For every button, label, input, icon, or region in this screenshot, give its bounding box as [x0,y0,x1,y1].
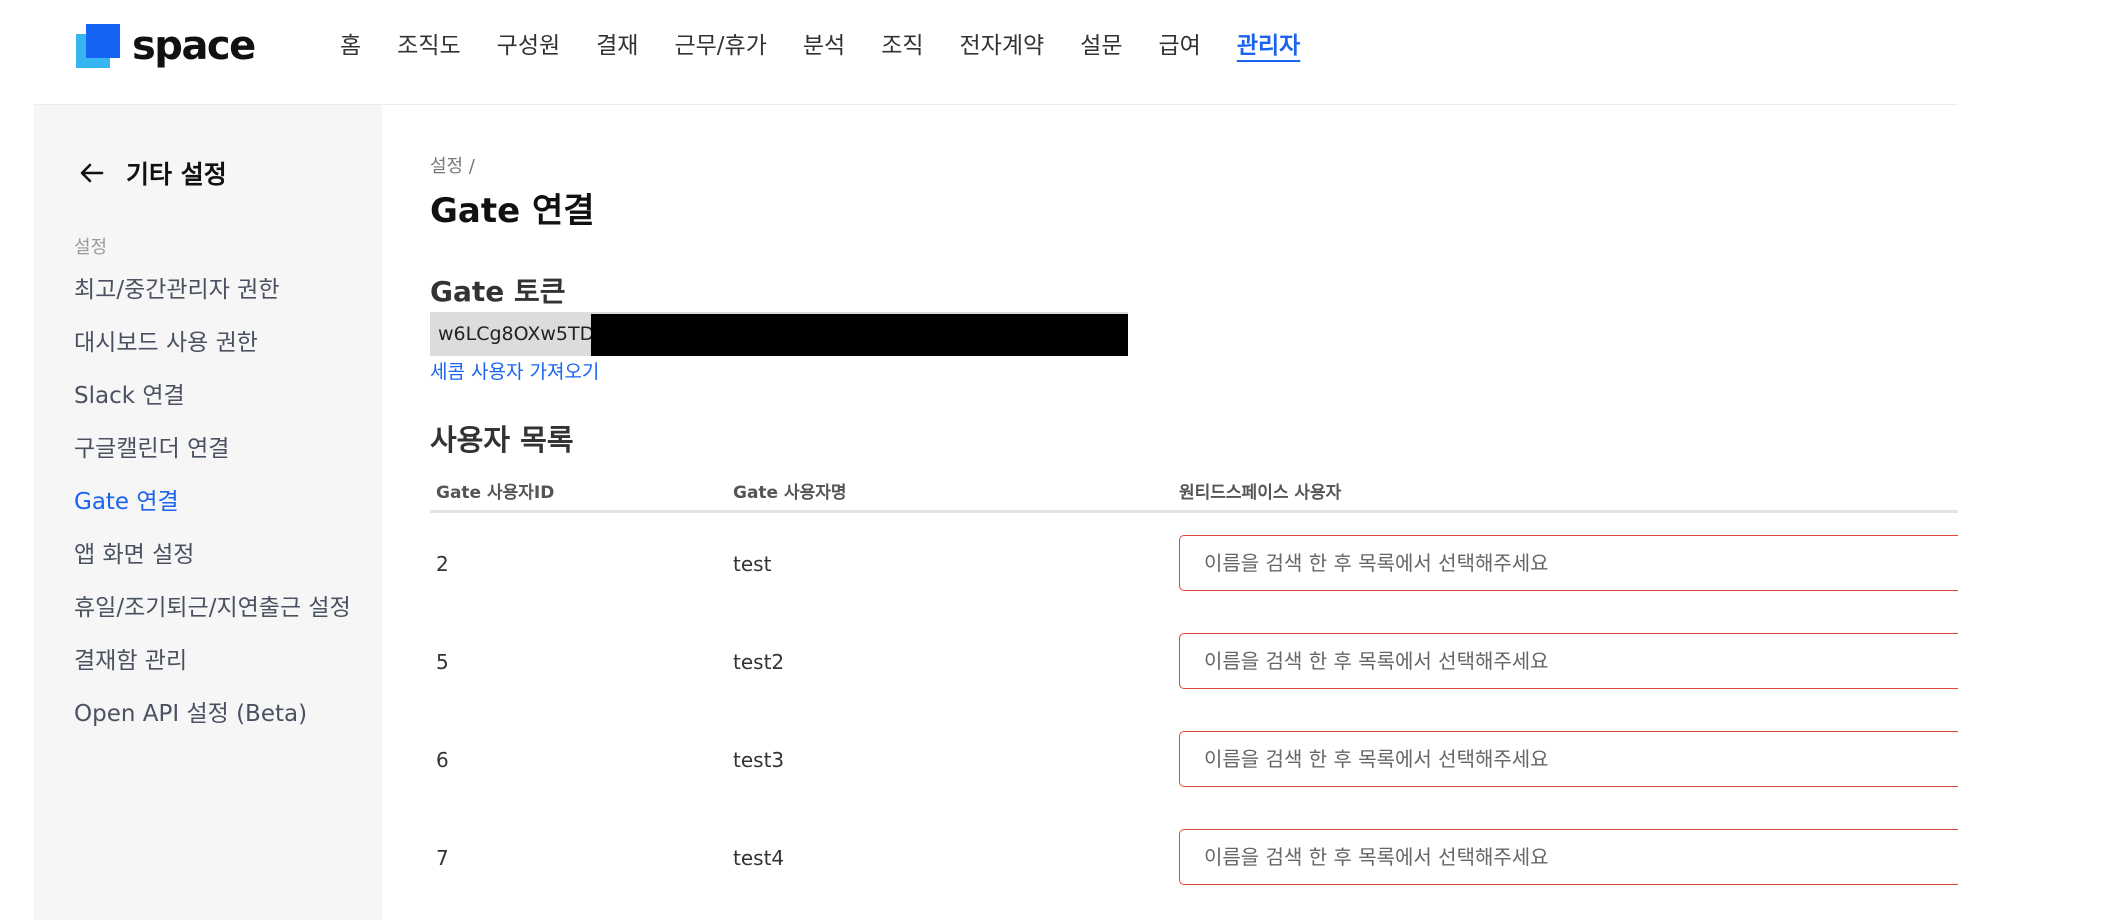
sidebar-item-approval-box[interactable]: 결재함 관리 [74,644,364,678]
space-user-search-input[interactable] [1179,535,1958,591]
sidebar-item-open-api[interactable]: Open API 설정 (Beta) [74,697,364,731]
space-user-search-input[interactable] [1179,633,1958,689]
token-heading: Gate 토큰 [430,275,566,308]
nav-item-home[interactable]: 홈 [340,26,379,66]
nav-item-members[interactable]: 구성원 [479,26,578,66]
import-secom-users-link[interactable]: 세콤 사용자 가져오기 [430,357,599,384]
gate-user-id: 2 [436,552,449,576]
sidebar-item-google-calendar[interactable]: 구글캘린더 연결 [74,432,364,466]
space-user-search-input[interactable] [1179,731,1958,787]
nav-item-survey[interactable]: 설문 [1062,26,1140,66]
sidebar-item-dashboard-permissions[interactable]: 대시보드 사용 권한 [74,326,364,360]
sidebar-section-label: 설정 [74,237,108,258]
sidebar-menu: 최고/중간관리자 권한 대시보드 사용 권한 Slack 연결 구글캘린더 연결… [74,273,364,750]
gate-user-name: test3 [733,748,785,772]
gate-user-name: test [733,552,772,576]
gate-user-name: test4 [733,846,785,870]
table-row: 6 test3 [430,729,1958,791]
column-header-space-user: 원티드스페이스 사용자 [1179,483,1342,503]
nav-item-analytics[interactable]: 분석 [785,26,863,66]
user-table-header: Gate 사용자ID Gate 사용자명 원티드스페이스 사용자 [430,480,1958,513]
brand-logo[interactable]: space [76,23,256,69]
gate-user-id: 6 [436,748,449,772]
gate-user-id: 5 [436,650,449,674]
breadcrumb[interactable]: 설정 / [430,152,475,178]
nav-item-payroll[interactable]: 급여 [1140,26,1218,66]
sidebar-item-holidays[interactable]: 휴일/조기퇴근/지연출근 설정 [74,591,364,625]
sidebar-item-admin-permissions[interactable]: 최고/중간관리자 권한 [74,273,364,307]
top-navigation: space 홈 조직도 구성원 결재 근무/휴가 분석 조직 전자계약 설문 급… [0,0,2108,100]
nav-item-org-chart[interactable]: 조직도 [379,26,478,66]
table-row: 2 test [430,533,1958,595]
gate-user-name: test2 [733,650,785,674]
nav-item-approval[interactable]: 결재 [578,26,656,66]
sidebar-title: 기타 설정 [126,160,227,189]
nav-item-organization[interactable]: 조직 [863,26,941,66]
brand-name: space [132,23,256,69]
main-nav: 홈 조직도 구성원 결재 근무/휴가 분석 조직 전자계약 설문 급여 관리자 [340,26,1318,66]
table-row: 7 test4 [430,827,1958,889]
gate-user-id: 7 [436,846,449,870]
user-list-heading: 사용자 목록 [430,423,574,457]
sidebar-item-gate[interactable]: Gate 연결 [74,485,364,519]
sidebar-header: 기타 설정 [76,155,227,191]
nav-item-e-contract[interactable]: 전자계약 [942,26,1063,66]
token-field[interactable]: w6LCg8OXw5TD [430,312,1128,356]
token-value: w6LCg8OXw5TD [438,323,595,345]
token-redaction [591,314,1128,356]
column-header-gate-user-id: Gate 사용자ID [436,483,555,503]
nav-item-work-leave[interactable]: 근무/휴가 [656,26,784,66]
sidebar-item-slack[interactable]: Slack 연결 [74,379,364,413]
page-title: Gate 연결 [430,191,595,231]
logo-mark-icon [76,24,120,68]
arrow-left-icon[interactable] [76,157,108,189]
nav-item-admin[interactable]: 관리자 [1219,26,1318,66]
space-user-search-input[interactable] [1179,829,1958,885]
table-row: 5 test2 [430,631,1958,693]
sidebar-item-app-screen[interactable]: 앱 화면 설정 [74,538,364,572]
column-header-gate-user-name: Gate 사용자명 [733,483,847,503]
settings-sidebar: 기타 설정 설정 최고/중간관리자 권한 대시보드 사용 권한 Slack 연결… [34,105,382,920]
